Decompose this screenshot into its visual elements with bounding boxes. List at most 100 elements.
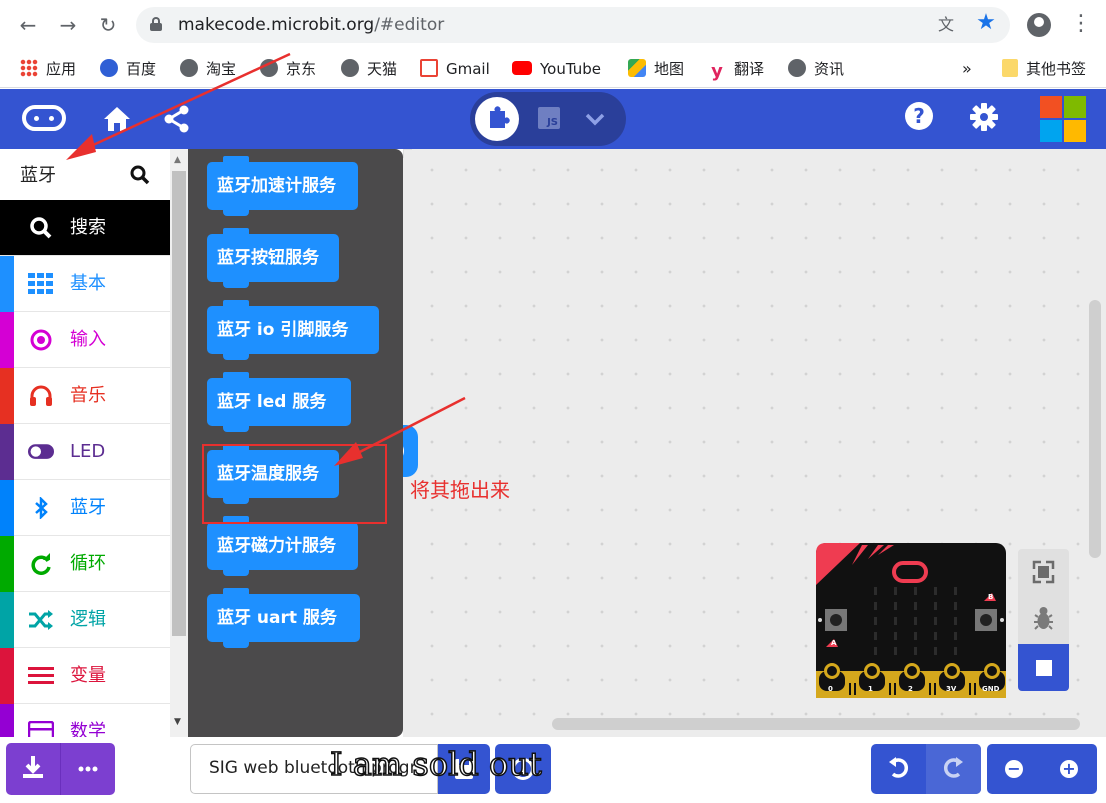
category-basic[interactable]: 基本 bbox=[0, 256, 170, 312]
bookmark-tmall[interactable]: 天猫 bbox=[341, 58, 397, 80]
bookmark-jd[interactable]: 京东 bbox=[260, 58, 316, 80]
category-variables[interactable]: 变量 bbox=[0, 648, 170, 704]
javascript-editor-button[interactable]: JS bbox=[538, 107, 560, 129]
category-color-bar bbox=[0, 480, 14, 536]
calculator-icon bbox=[28, 721, 54, 737]
globe-icon bbox=[180, 59, 198, 77]
bookmark-gmail[interactable]: Gmail bbox=[420, 58, 490, 80]
blocks-editor-button[interactable] bbox=[475, 97, 519, 141]
category-logic[interactable]: 逻辑 bbox=[0, 592, 170, 648]
category-math[interactable]: 数学 bbox=[0, 704, 170, 737]
url-text[interactable]: makecode.microbit.org/#editor bbox=[178, 15, 444, 35]
bookmark-label: 资讯 bbox=[814, 60, 845, 78]
baidu-paw-icon bbox=[100, 59, 118, 77]
gmail-icon bbox=[420, 59, 438, 77]
workspace-vertical-scrollbar[interactable] bbox=[1089, 300, 1101, 558]
category-music[interactable]: 音乐 bbox=[0, 368, 170, 424]
download-icon[interactable] bbox=[6, 743, 60, 795]
workspace-horizontal-scrollbar[interactable] bbox=[552, 718, 1080, 730]
block-magnetometer-service[interactable]: 蓝牙磁力计服务 bbox=[207, 516, 358, 576]
category-input[interactable]: 输入 bbox=[0, 312, 170, 368]
toolbox-search bbox=[0, 149, 170, 200]
bookmark-star-icon[interactable]: ★ bbox=[976, 12, 996, 34]
gear-icon[interactable] bbox=[969, 102, 999, 132]
category-label: 变量 bbox=[70, 665, 106, 686]
help-icon[interactable]: ? bbox=[905, 102, 933, 130]
more-options-icon[interactable] bbox=[60, 743, 115, 795]
reload-icon[interactable]: ↻ bbox=[96, 13, 120, 37]
bookmark-label: 百度 bbox=[126, 60, 157, 78]
youdao-icon: y bbox=[711, 61, 723, 82]
bookmark-baidu[interactable]: 百度 bbox=[100, 58, 156, 80]
bookmark-translate[interactable]: y 翻译 bbox=[708, 58, 764, 82]
toolbox-search-input[interactable] bbox=[8, 157, 123, 191]
bookmark-news[interactable]: 资讯 bbox=[788, 58, 844, 80]
annotation-label: 将其拖出来 bbox=[410, 478, 510, 502]
zoom-in-icon[interactable]: + bbox=[1060, 760, 1078, 778]
browser-menu-icon[interactable]: ⋮ bbox=[1070, 10, 1092, 38]
screen: ← → ↻ makecode.microbit.org/#editor 文 ★ … bbox=[0, 0, 1106, 803]
block-uart-service[interactable]: 蓝牙 uart 服务 bbox=[207, 588, 360, 648]
microsoft-logo-icon[interactable] bbox=[1040, 96, 1086, 142]
category-color-bar bbox=[0, 648, 14, 704]
folder-icon bbox=[1002, 59, 1018, 77]
bookmark-apps[interactable]: 应用 bbox=[20, 58, 76, 80]
block-io-pin-service[interactable]: 蓝牙 io 引脚服务 bbox=[207, 300, 379, 360]
stop-simulator-button[interactable] bbox=[1018, 644, 1069, 691]
microbit-logo-icon[interactable] bbox=[22, 105, 66, 131]
redo-icon bbox=[943, 757, 963, 778]
share-icon[interactable] bbox=[162, 105, 192, 133]
bookmark-taobao[interactable]: 淘宝 bbox=[180, 58, 236, 80]
pin-label: 2 bbox=[908, 685, 913, 693]
forward-arrow-icon[interactable]: → bbox=[56, 13, 80, 37]
bookmarks-overflow-button[interactable]: » bbox=[962, 58, 972, 80]
category-label: 逻辑 bbox=[70, 609, 106, 630]
zoom-out-icon[interactable]: − bbox=[1005, 760, 1023, 778]
other-bookmarks-folder[interactable]: 其他书签 bbox=[1002, 58, 1086, 80]
chevron-down-icon[interactable] bbox=[582, 106, 608, 132]
lines-icon bbox=[28, 667, 54, 684]
scrollbar-thumb[interactable] bbox=[172, 171, 186, 636]
bookmark-label: 应用 bbox=[46, 60, 77, 78]
search-icon[interactable] bbox=[130, 165, 150, 185]
category-search[interactable]: 搜索 bbox=[0, 200, 170, 256]
category-led[interactable]: LED bbox=[0, 424, 170, 480]
category-bluetooth[interactable]: 蓝牙 bbox=[0, 480, 170, 536]
category-color-bar bbox=[0, 256, 14, 312]
debug-button[interactable] bbox=[1018, 595, 1069, 641]
editor-toggle: JS bbox=[470, 92, 626, 146]
simulator-toolbar bbox=[1018, 549, 1069, 691]
bookmark-label: 天猫 bbox=[367, 60, 398, 78]
category-color-bar bbox=[0, 424, 14, 480]
block-accelerometer-service[interactable]: 蓝牙加速计服务 bbox=[207, 156, 358, 216]
button-a-label: A bbox=[831, 639, 837, 647]
category-color-bar bbox=[0, 704, 14, 737]
category-label: 循环 bbox=[70, 553, 106, 574]
category-loops[interactable]: 循环 bbox=[0, 536, 170, 592]
bug-icon bbox=[1034, 607, 1053, 630]
download-button-group bbox=[6, 743, 115, 795]
category-label: 输入 bbox=[70, 329, 106, 350]
lock-icon[interactable] bbox=[150, 17, 162, 31]
globe-icon bbox=[260, 59, 278, 77]
fullscreen-button[interactable] bbox=[1018, 549, 1069, 595]
block-led-service[interactable]: 蓝牙 led 服务 bbox=[207, 372, 351, 432]
bookmarks-bar: 应用 百度 淘宝 京东 天猫 Gmail YouTube 地图 y 翻译 资讯 »… bbox=[0, 50, 1106, 88]
scroll-up-arrow-icon[interactable]: ▲ bbox=[174, 155, 181, 165]
home-icon[interactable] bbox=[102, 105, 132, 133]
scroll-down-arrow-icon[interactable]: ▼ bbox=[174, 717, 181, 727]
url-path: /#editor bbox=[374, 15, 445, 35]
bookmark-youtube[interactable]: YouTube bbox=[512, 58, 601, 80]
address-bar[interactable]: makecode.microbit.org/#editor 文 ★ bbox=[136, 7, 1010, 43]
back-arrow-icon[interactable]: ← bbox=[16, 13, 40, 37]
category-color-bar bbox=[0, 536, 14, 592]
profile-avatar-icon[interactable] bbox=[1027, 13, 1051, 37]
undo-icon[interactable] bbox=[871, 744, 926, 794]
bookmark-maps[interactable]: 地图 bbox=[628, 58, 684, 80]
block-button-service[interactable]: 蓝牙按钮服务 bbox=[207, 228, 339, 288]
toggle-icon bbox=[28, 444, 54, 459]
microbit-simulator[interactable]: 0 1 2 3V GND A B bbox=[816, 543, 1006, 698]
translate-icon[interactable]: 文 bbox=[936, 15, 956, 35]
toolbox-scrollbar[interactable]: ▲ ▼ bbox=[170, 149, 188, 737]
category-label: 蓝牙 bbox=[70, 497, 106, 518]
